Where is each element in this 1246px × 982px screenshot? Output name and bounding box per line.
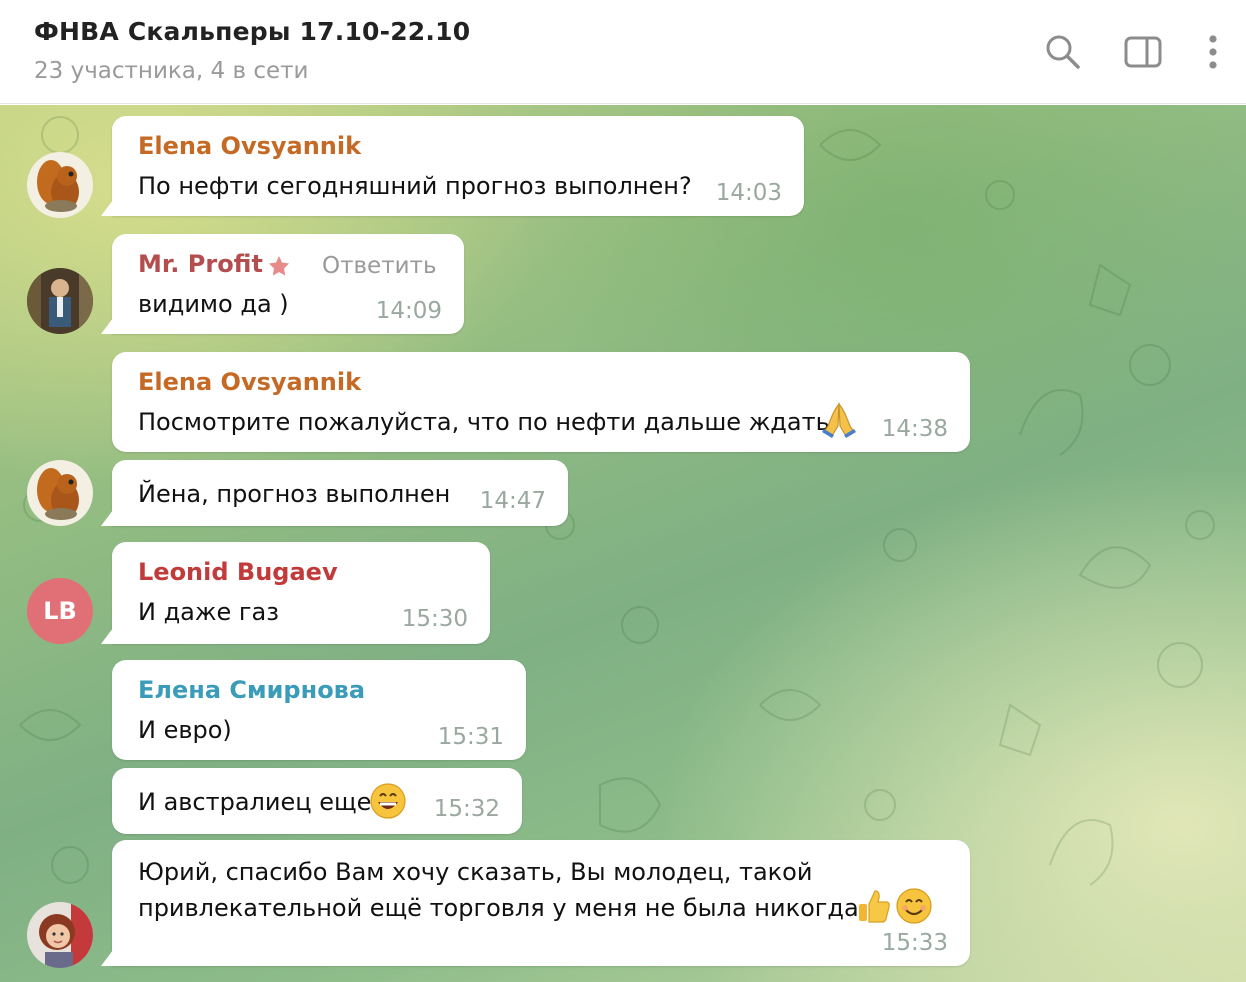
search-icon[interactable] [1041,30,1085,74]
message-time: 14:09 [375,298,442,324]
message-bubble[interactable]: Leonid Bugaev И даже газ 15:30 [112,542,490,644]
sender-name[interactable]: Leonid Bugaev [138,558,338,586]
message-text: Посмотрите пожалуйста, что по нефти даль… [138,408,830,436]
sender-name[interactable]: Mr. Profit [138,250,263,278]
message-bubble[interactable]: Елена Смирнова И евро) 15:31 [112,660,526,760]
reply-button[interactable]: Ответить [322,253,437,279]
message-time: 15:33 [881,930,948,956]
message-list[interactable]: Elena Ovsyannik По нефти сегодняшний про… [0,105,1246,982]
message-text: И евро) [138,716,232,744]
message-bubble[interactable]: И австралиец еще 15:32 [112,768,522,834]
message-text-line-2: привлекательной ещё торговля у меня не б… [138,894,859,922]
sender-name[interactable]: Elena Ovsyannik [138,132,361,160]
message-bubble[interactable]: Mr. Profit Ответить видимо да ) 14:09 [112,234,464,334]
message-time: 15:30 [401,606,468,632]
avatar-mr-profit[interactable] [27,268,93,334]
avatar-elena-ovsyannik[interactable] [27,152,93,218]
message-bubble[interactable]: Elena Ovsyannik По нефти сегодняшний про… [112,116,804,216]
message-time: 14:38 [881,416,948,442]
message-time: 14:03 [715,180,782,206]
message-time: 14:47 [479,488,546,514]
sender-name[interactable]: Елена Смирнова [138,676,365,704]
message-text-line-1: Юрий, спасибо Вам хочу сказать, Вы молод… [138,858,813,886]
message-text: И даже газ [138,598,279,626]
thumbs-up-emoji [859,890,890,923]
sender-name[interactable]: Elena Ovsyannik [138,368,361,396]
avatar-elena-ovsyannik[interactable] [27,460,93,526]
smiling-emoji [896,888,932,924]
message-text: Йена, прогноз выполнен [138,480,451,508]
message-text: И австралиец еще [138,788,372,816]
avatar-elena-smirnova[interactable] [27,902,93,968]
message-time: 15:32 [433,796,500,822]
grinning-emoji [370,783,406,819]
more-vertical-icon[interactable] [1191,30,1235,74]
chat-title[interactable]: ФНВА Скальперы 17.10-22.10 [34,17,470,46]
message-bubble[interactable]: Йена, прогноз выполнен 14:47 [112,460,568,526]
message-text: По нефти сегодняшний прогноз выполнен? [138,172,692,200]
message-text: видимо да ) [138,290,289,318]
chat-subtitle: 23 участника, 4 в сети [34,58,309,84]
avatar-leonid-bugaev[interactable]: LB [27,578,93,644]
folded-hands-emoji [822,402,856,438]
message-time: 15:31 [437,724,504,750]
message-bubble[interactable]: Юрий, спасибо Вам хочу сказать, Вы молод… [112,840,970,966]
admin-star-icon [269,256,289,276]
chat-header: ФНВА Скальперы 17.10-22.10 23 участника,… [0,0,1246,104]
sidebar-toggle-icon[interactable] [1121,30,1165,74]
message-bubble[interactable]: Elena Ovsyannik Посмотрите пожалуйста, ч… [112,352,970,452]
